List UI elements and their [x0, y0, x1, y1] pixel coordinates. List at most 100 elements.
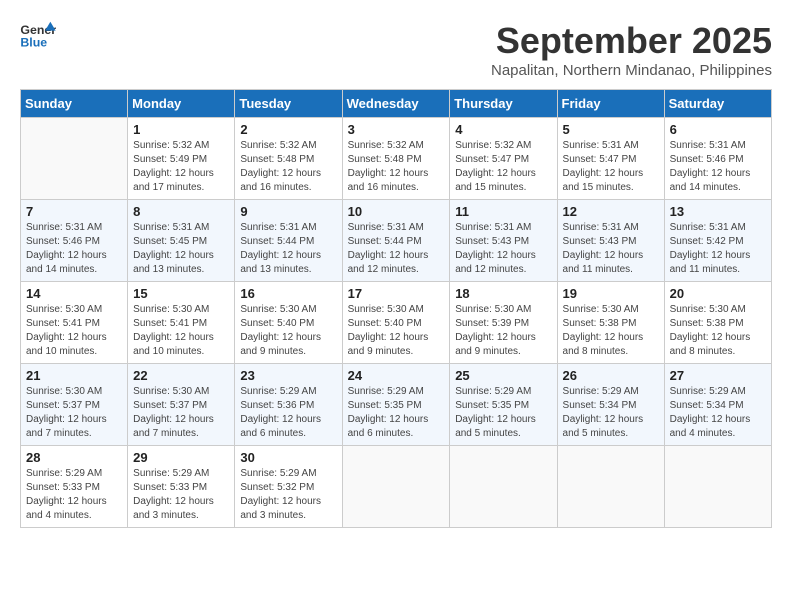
weekday-header-friday: Friday — [557, 90, 664, 118]
day-info: Sunrise: 5:32 AM Sunset: 5:47 PM Dayligh… — [455, 139, 551, 195]
calendar-week-row: 7 Sunrise: 5:31 AM Sunset: 5:46 PM Daylig… — [21, 200, 772, 282]
day-number: 7 — [26, 204, 122, 219]
header: General Blue September 2025 Napalitan, N… — [20, 20, 772, 79]
day-info: Sunrise: 5:29 AM Sunset: 5:34 PM Dayligh… — [563, 385, 659, 441]
day-number: 16 — [240, 286, 336, 301]
weekday-header-wednesday: Wednesday — [342, 90, 450, 118]
day-info: Sunrise: 5:31 AM Sunset: 5:43 PM Dayligh… — [563, 221, 659, 277]
calendar-week-row: 21 Sunrise: 5:30 AM Sunset: 5:37 PM Dayli… — [21, 364, 772, 446]
calendar-week-row: 14Sunrise: 5:30 AM Sunset: 5:41 PM Dayli… — [21, 282, 772, 364]
day-info: Sunrise: 5:30 AM Sunset: 5:37 PM Dayligh… — [26, 385, 122, 441]
day-info: Sunrise: 5:31 AM Sunset: 5:46 PM Dayligh… — [670, 139, 766, 195]
calendar-cell: 7 Sunrise: 5:31 AM Sunset: 5:46 PM Daylig… — [21, 200, 128, 282]
day-number: 10 — [348, 204, 445, 219]
day-number: 15 — [133, 286, 229, 301]
weekday-header-thursday: Thursday — [450, 90, 557, 118]
day-number: 6 — [670, 122, 766, 137]
day-number: 25 — [455, 368, 551, 383]
logo-icon: General Blue — [20, 20, 56, 50]
day-info: Sunrise: 5:30 AM Sunset: 5:40 PM Dayligh… — [240, 303, 336, 359]
day-number: 19 — [563, 286, 659, 301]
day-info: Sunrise: 5:30 AM Sunset: 5:41 PM Dayligh… — [133, 303, 229, 359]
day-info: Sunrise: 5:30 AM Sunset: 5:37 PM Dayligh… — [133, 385, 229, 441]
calendar-cell: 22 Sunrise: 5:30 AM Sunset: 5:37 PM Dayli… — [128, 364, 235, 446]
day-info: Sunrise: 5:30 AM Sunset: 5:40 PM Dayligh… — [348, 303, 445, 359]
day-number: 23 — [240, 368, 336, 383]
day-number: 29 — [133, 450, 229, 465]
calendar-cell: 6 Sunrise: 5:31 AM Sunset: 5:46 PM Daylig… — [664, 118, 771, 200]
calendar-cell: 11 Sunrise: 5:31 AM Sunset: 5:43 PM Dayli… — [450, 200, 557, 282]
day-info: Sunrise: 5:30 AM Sunset: 5:38 PM Dayligh… — [670, 303, 766, 359]
weekday-header-monday: Monday — [128, 90, 235, 118]
calendar-cell: 12 Sunrise: 5:31 AM Sunset: 5:43 PM Dayli… — [557, 200, 664, 282]
day-info: Sunrise: 5:32 AM Sunset: 5:48 PM Dayligh… — [348, 139, 445, 195]
calendar-cell: 24 Sunrise: 5:29 AM Sunset: 5:35 PM Dayli… — [342, 364, 450, 446]
calendar-cell: 16 Sunrise: 5:30 AM Sunset: 5:40 PM Dayli… — [235, 282, 342, 364]
day-info: Sunrise: 5:29 AM Sunset: 5:33 PM Dayligh… — [26, 467, 122, 523]
calendar-cell: 10 Sunrise: 5:31 AM Sunset: 5:44 PM Dayli… — [342, 200, 450, 282]
month-title: September 2025 — [491, 20, 772, 62]
title-area: September 2025 Napalitan, Northern Minda… — [491, 20, 772, 79]
day-number: 24 — [348, 368, 445, 383]
day-info: Sunrise: 5:31 AM Sunset: 5:42 PM Dayligh… — [670, 221, 766, 277]
calendar-cell — [342, 446, 450, 528]
day-number: 11 — [455, 204, 551, 219]
day-number: 12 — [563, 204, 659, 219]
day-info: Sunrise: 5:31 AM Sunset: 5:47 PM Dayligh… — [563, 139, 659, 195]
calendar-cell: 15 Sunrise: 5:30 AM Sunset: 5:41 PM Dayli… — [128, 282, 235, 364]
day-info: Sunrise: 5:32 AM Sunset: 5:48 PM Dayligh… — [240, 139, 336, 195]
calendar-cell: 23 Sunrise: 5:29 AM Sunset: 5:36 PM Dayli… — [235, 364, 342, 446]
calendar-cell: 20 Sunrise: 5:30 AM Sunset: 5:38 PM Dayli… — [664, 282, 771, 364]
weekday-header-saturday: Saturday — [664, 90, 771, 118]
calendar-cell: 29 Sunrise: 5:29 AM Sunset: 5:33 PM Dayli… — [128, 446, 235, 528]
day-number: 4 — [455, 122, 551, 137]
day-number: 20 — [670, 286, 766, 301]
day-number: 26 — [563, 368, 659, 383]
day-number: 27 — [670, 368, 766, 383]
calendar-cell: 1 Sunrise: 5:32 AM Sunset: 5:49 PM Daylig… — [128, 118, 235, 200]
calendar-cell: 3 Sunrise: 5:32 AM Sunset: 5:48 PM Daylig… — [342, 118, 450, 200]
calendar-cell: 13Sunrise: 5:31 AM Sunset: 5:42 PM Dayli… — [664, 200, 771, 282]
calendar-cell: 19 Sunrise: 5:30 AM Sunset: 5:38 PM Dayli… — [557, 282, 664, 364]
calendar-cell: 30 Sunrise: 5:29 AM Sunset: 5:32 PM Dayli… — [235, 446, 342, 528]
calendar-cell: 2Sunrise: 5:32 AM Sunset: 5:48 PM Daylig… — [235, 118, 342, 200]
day-info: Sunrise: 5:29 AM Sunset: 5:36 PM Dayligh… — [240, 385, 336, 441]
day-number: 5 — [563, 122, 659, 137]
day-info: Sunrise: 5:30 AM Sunset: 5:38 PM Dayligh… — [563, 303, 659, 359]
day-info: Sunrise: 5:31 AM Sunset: 5:43 PM Dayligh… — [455, 221, 551, 277]
day-number: 1 — [133, 122, 229, 137]
day-info: Sunrise: 5:29 AM Sunset: 5:34 PM Dayligh… — [670, 385, 766, 441]
day-info: Sunrise: 5:31 AM Sunset: 5:46 PM Dayligh… — [26, 221, 122, 277]
day-info: Sunrise: 5:31 AM Sunset: 5:45 PM Dayligh… — [133, 221, 229, 277]
day-info: Sunrise: 5:29 AM Sunset: 5:35 PM Dayligh… — [348, 385, 445, 441]
calendar-cell — [450, 446, 557, 528]
calendar-cell: 14Sunrise: 5:30 AM Sunset: 5:41 PM Dayli… — [21, 282, 128, 364]
day-info: Sunrise: 5:29 AM Sunset: 5:35 PM Dayligh… — [455, 385, 551, 441]
svg-text:Blue: Blue — [20, 35, 47, 49]
day-number: 18 — [455, 286, 551, 301]
calendar-cell: 5 Sunrise: 5:31 AM Sunset: 5:47 PM Daylig… — [557, 118, 664, 200]
calendar-cell: 26 Sunrise: 5:29 AM Sunset: 5:34 PM Dayli… — [557, 364, 664, 446]
day-number: 3 — [348, 122, 445, 137]
day-number: 22 — [133, 368, 229, 383]
calendar-cell: 27 Sunrise: 5:29 AM Sunset: 5:34 PM Dayli… — [664, 364, 771, 446]
logo: General Blue — [20, 20, 56, 50]
day-number: 21 — [26, 368, 122, 383]
calendar-cell — [664, 446, 771, 528]
day-number: 8 — [133, 204, 229, 219]
day-info: Sunrise: 5:32 AM Sunset: 5:49 PM Dayligh… — [133, 139, 229, 195]
day-info: Sunrise: 5:30 AM Sunset: 5:39 PM Dayligh… — [455, 303, 551, 359]
calendar-cell: 17Sunrise: 5:30 AM Sunset: 5:40 PM Dayli… — [342, 282, 450, 364]
calendar-cell: 9Sunrise: 5:31 AM Sunset: 5:44 PM Daylig… — [235, 200, 342, 282]
calendar-cell — [557, 446, 664, 528]
calendar-cell: 25 Sunrise: 5:29 AM Sunset: 5:35 PM Dayli… — [450, 364, 557, 446]
day-info: Sunrise: 5:31 AM Sunset: 5:44 PM Dayligh… — [240, 221, 336, 277]
calendar-week-row: 1 Sunrise: 5:32 AM Sunset: 5:49 PM Daylig… — [21, 118, 772, 200]
day-info: Sunrise: 5:29 AM Sunset: 5:32 PM Dayligh… — [240, 467, 336, 523]
calendar-cell: 4 Sunrise: 5:32 AM Sunset: 5:47 PM Daylig… — [450, 118, 557, 200]
calendar-week-row: 28Sunrise: 5:29 AM Sunset: 5:33 PM Dayli… — [21, 446, 772, 528]
day-info: Sunrise: 5:31 AM Sunset: 5:44 PM Dayligh… — [348, 221, 445, 277]
day-info: Sunrise: 5:29 AM Sunset: 5:33 PM Dayligh… — [133, 467, 229, 523]
day-number: 30 — [240, 450, 336, 465]
location-title: Napalitan, Northern Mindanao, Philippine… — [491, 62, 772, 79]
